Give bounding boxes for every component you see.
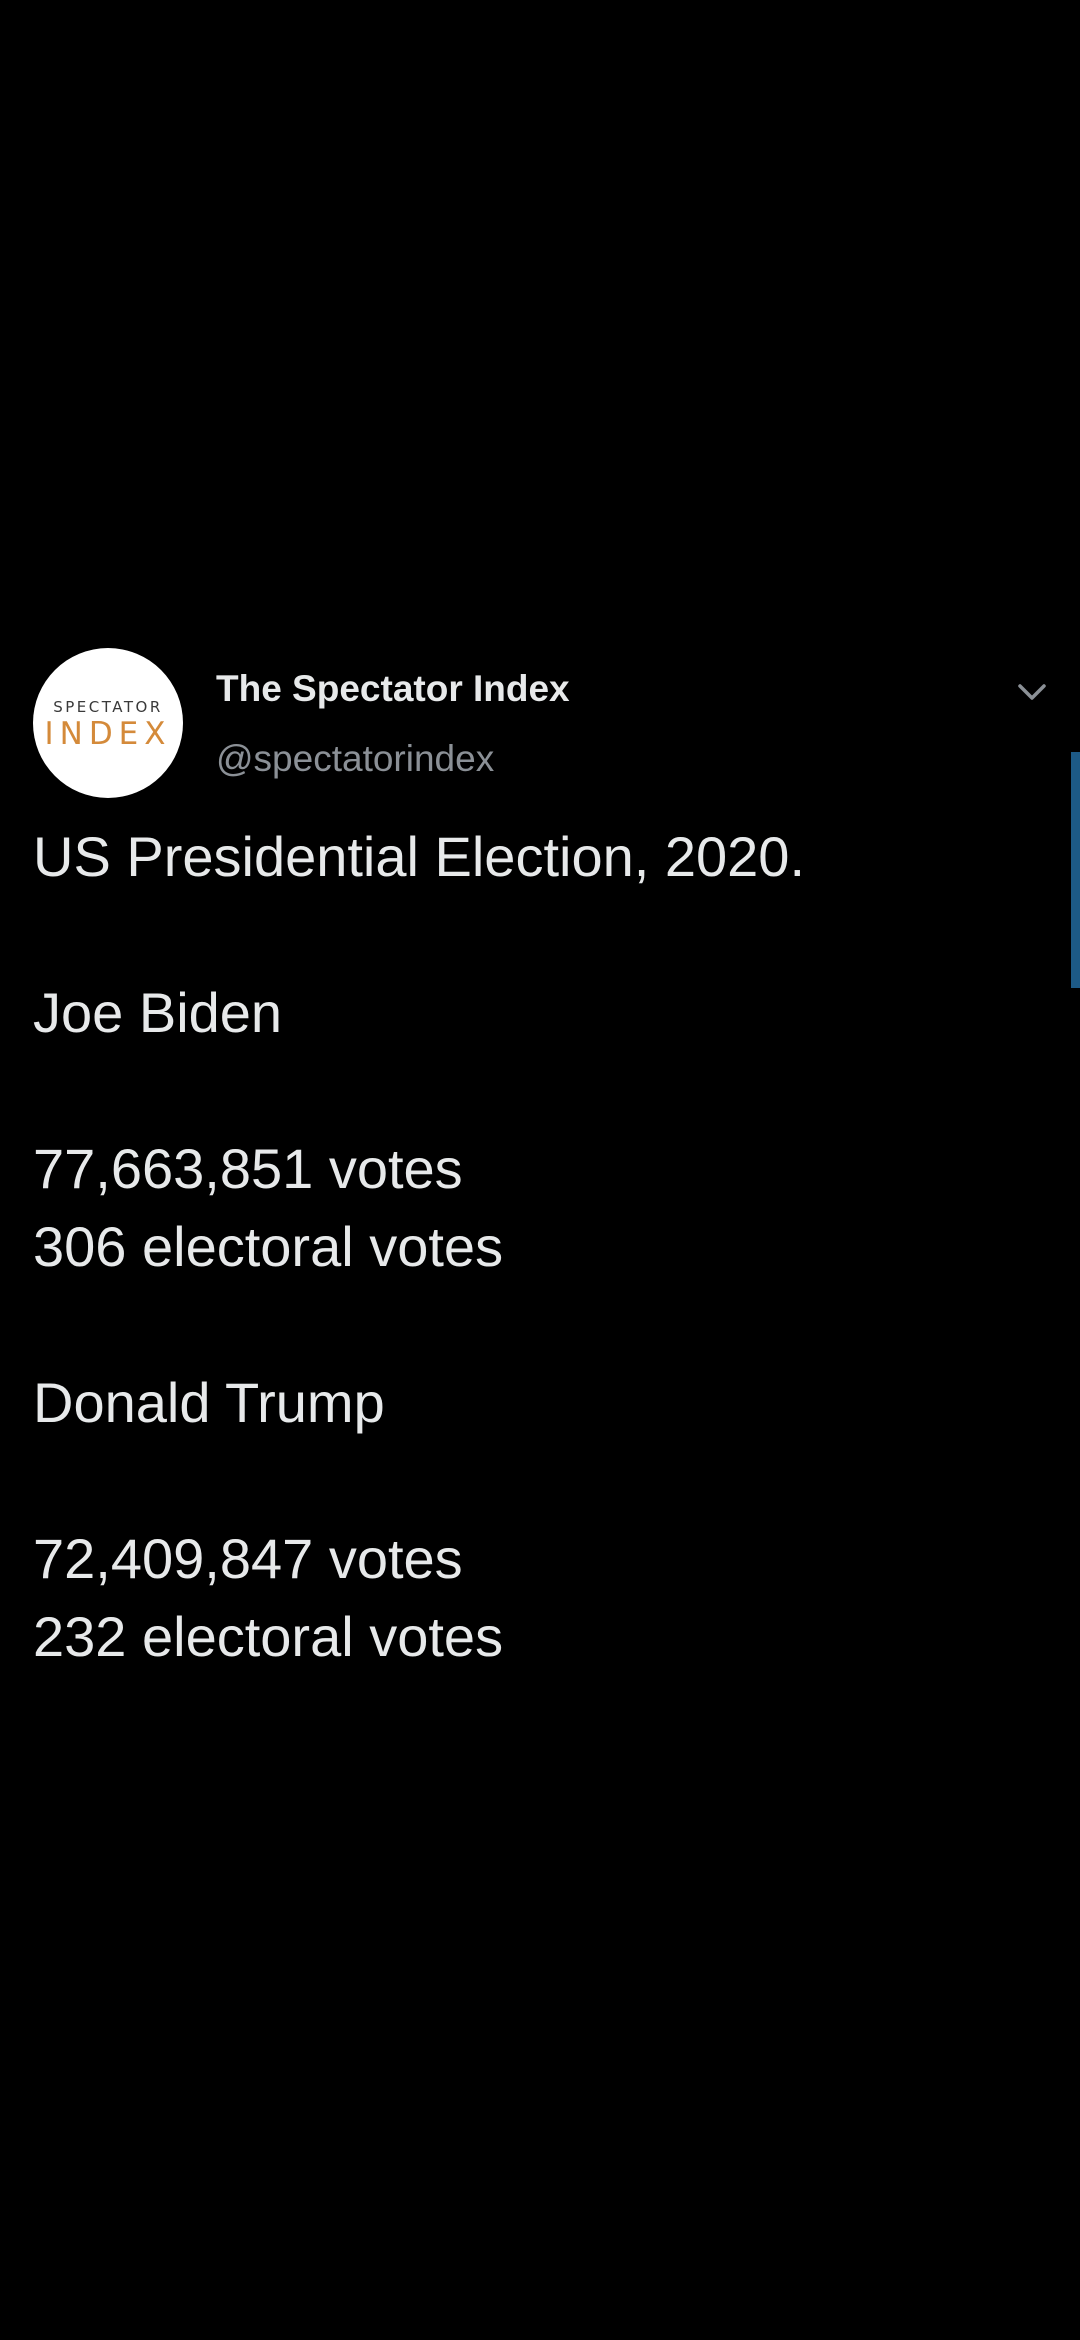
line-spacer [33,1052,1033,1130]
candidate-votes: 77,663,851 votes [33,1137,463,1200]
candidate-electoral-votes: 306 electoral votes [33,1215,504,1278]
author-display-name[interactable]: The Spectator Index [216,668,570,710]
line-spacer [33,1286,1033,1364]
tweet[interactable]: SPECTATOR INDEX The Spectator Index @spe… [0,648,1080,1708]
candidate-name: Joe Biden [33,981,283,1044]
avatar-logo-bottom: INDEX [44,716,172,752]
author-handle[interactable]: @spectatorindex [216,738,494,780]
tweet-title: US Presidential Election, 2020. [33,825,805,888]
line-spacer [33,896,1033,974]
chevron-down-icon[interactable] [1014,674,1050,710]
tweet-body: US Presidential Election, 2020. Joe Bide… [33,818,1033,1676]
candidate-electoral-votes: 232 electoral votes [33,1605,504,1668]
candidate-name: Donald Trump [33,1371,385,1434]
avatar[interactable]: SPECTATOR INDEX [33,648,183,798]
candidate-votes: 72,409,847 votes [33,1527,463,1590]
avatar-logo-top: SPECTATOR [53,698,163,716]
line-spacer [33,1442,1033,1520]
scrollbar[interactable] [1071,752,1080,988]
